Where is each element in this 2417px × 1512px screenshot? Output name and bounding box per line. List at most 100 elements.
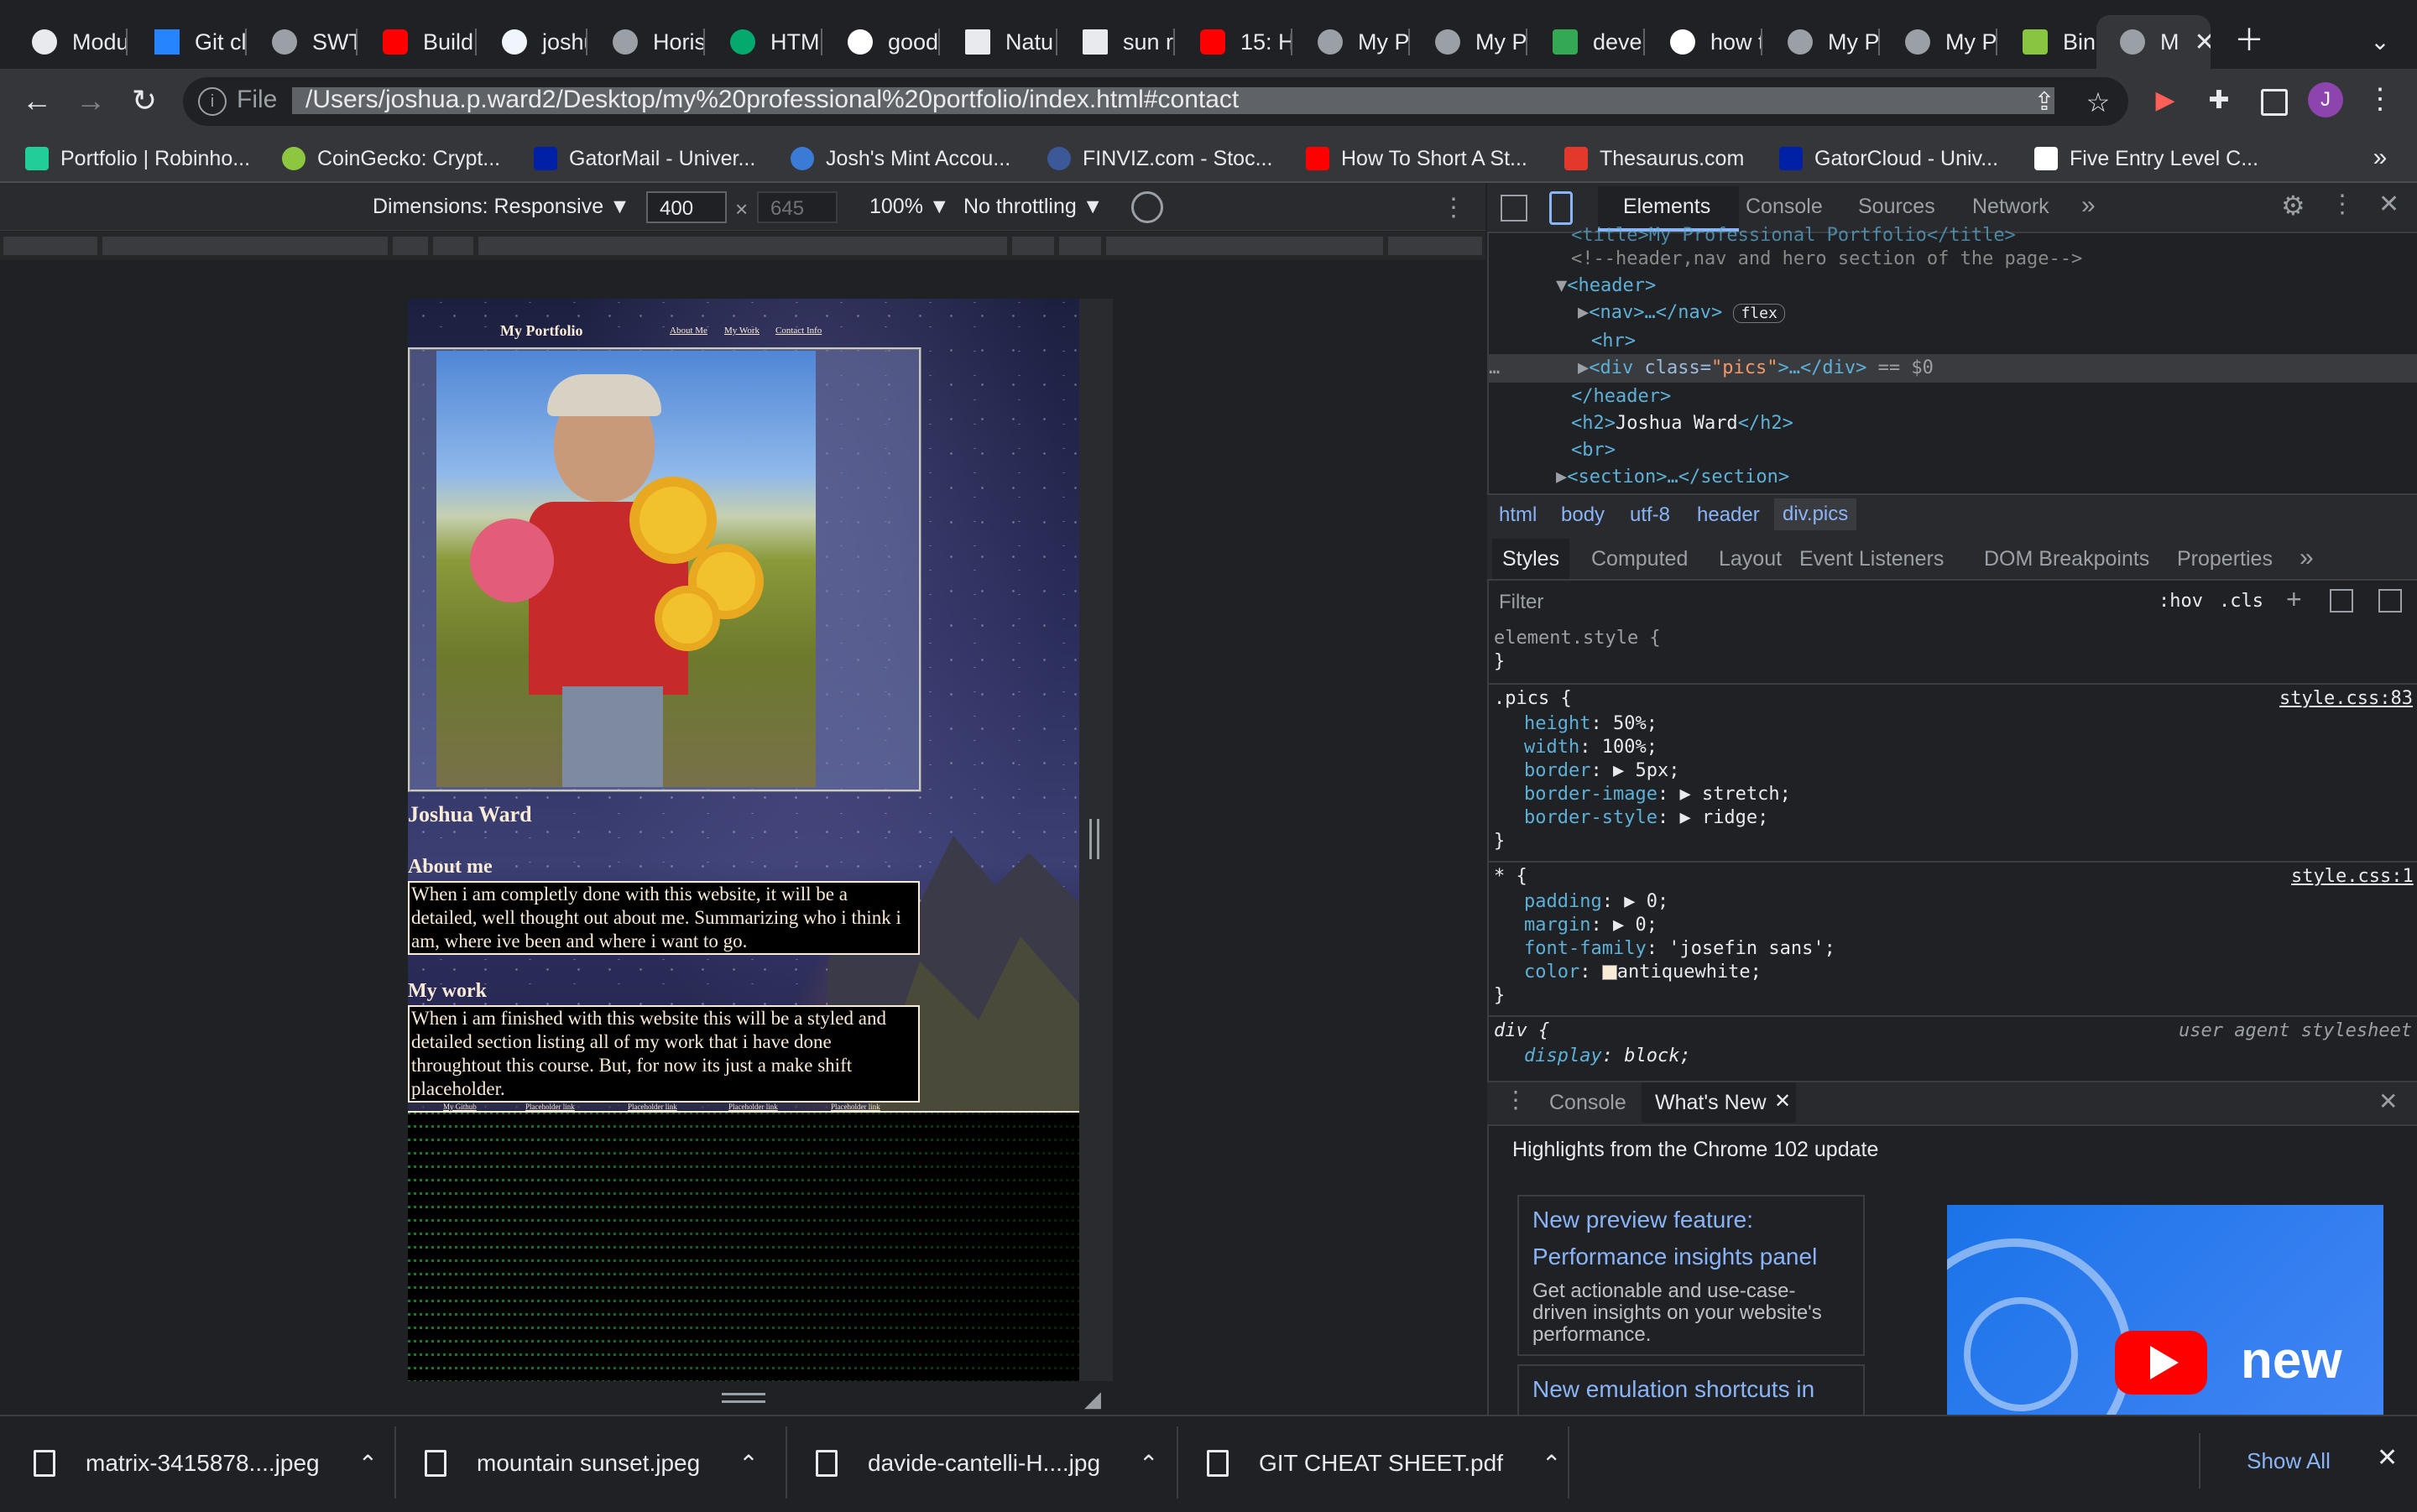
browser-tab[interactable]: how t <box>1647 15 1762 69</box>
feature-card-title[interactable]: New preview feature: Performance insights… <box>1519 1197 1863 1280</box>
browser-tab[interactable]: devel <box>1529 15 1645 69</box>
dom-nav-node[interactable]: ▶<nav>…</nav> flex <box>1578 302 1785 323</box>
new-rule-icon[interactable]: + <box>2286 584 2302 615</box>
tab-layout[interactable]: Layout <box>1719 547 1782 571</box>
close-devtools-icon[interactable]: ✕ <box>2378 190 2399 219</box>
site-brand[interactable]: My Portfolio <box>500 322 582 340</box>
tab-console[interactable]: Console <box>1746 195 1823 219</box>
work-link-placeholder[interactable]: Placeholder link <box>525 1103 575 1111</box>
browser-tab[interactable]: My P <box>1882 15 1997 69</box>
extension-icon[interactable]: ▶ <box>2145 84 2185 117</box>
feature-card[interactable]: New emulation shortcuts in <box>1517 1364 1865 1415</box>
chevron-up-icon[interactable]: ⌃ <box>1139 1450 1158 1478</box>
css-declaration[interactable]: color: antiquewhite; <box>1524 962 1762 983</box>
media-query-bar[interactable] <box>0 232 1485 260</box>
browser-tab[interactable]: Build <box>359 15 477 69</box>
drawer-tab-console[interactable]: Console <box>1549 1091 1626 1115</box>
more-style-tabs-icon[interactable]: » <box>2300 544 2314 572</box>
close-tab-icon[interactable]: ✕ <box>2195 28 2211 57</box>
close-whats-new-icon[interactable]: ✕ <box>1774 1089 1791 1113</box>
css-declaration[interactable]: border: ▶ 5px; <box>1524 760 1679 781</box>
bookmark-item[interactable]: Portfolio | Robinho... <box>25 144 250 173</box>
tab-event-listeners[interactable]: Event Listeners <box>1799 547 1944 571</box>
chevron-up-icon[interactable]: ⌃ <box>358 1450 378 1478</box>
media-query-segment[interactable] <box>3 237 97 255</box>
device-toggle-icon[interactable] <box>1549 191 1573 225</box>
chevron-up-icon[interactable]: ⌃ <box>1542 1450 1561 1478</box>
rule-star-source-link[interactable]: style.css:1 <box>2291 866 2414 887</box>
breadcrumb-item[interactable]: html <box>1499 503 1537 527</box>
side-panel-icon[interactable] <box>2261 89 2288 116</box>
new-tab-icon[interactable]: ＋ <box>2229 23 2269 57</box>
devtools-menu-icon[interactable]: ⋮ <box>2330 190 2355 219</box>
work-link-github[interactable]: My Github <box>443 1103 477 1111</box>
device-toolbar-more-icon[interactable]: ⋮ <box>1433 191 1474 225</box>
close-shelf-icon[interactable]: ✕ <box>2377 1443 2398 1473</box>
height-input[interactable]: 645 <box>757 191 838 223</box>
rule-pics-source-link[interactable]: style.css:83 <box>2279 688 2413 709</box>
media-query-segment[interactable] <box>1059 237 1101 255</box>
browser-tab[interactable]: My P <box>1294 15 1410 69</box>
tab-properties[interactable]: Properties <box>2177 547 2273 571</box>
menu-kebab-icon[interactable]: ⋮ <box>2360 82 2400 116</box>
media-query-segment[interactable] <box>1388 237 1482 255</box>
styles-filter-input[interactable] <box>1494 586 2140 621</box>
browser-tab[interactable]: good <box>824 15 940 69</box>
media-query-segment[interactable] <box>1106 237 1383 255</box>
bookmark-item[interactable]: How To Short A St... <box>1306 144 1527 173</box>
drawer-menu-icon[interactable]: ⋮ <box>1504 1086 1527 1113</box>
browser-tab[interactable]: 15: H <box>1177 15 1292 69</box>
show-all-downloads-button[interactable]: Show All <box>2199 1433 2377 1489</box>
dom-hr-node[interactable]: <hr> <box>1591 331 1636 352</box>
media-query-segment[interactable] <box>433 237 473 255</box>
browser-tab[interactable]: joshu <box>478 15 587 69</box>
browser-tab[interactable]: SWT <box>248 15 358 69</box>
css-declaration[interactable]: border-style: ▶ ridge; <box>1524 807 1768 828</box>
tab-sources[interactable]: Sources <box>1858 195 1935 219</box>
browser-tab[interactable]: My P <box>1764 15 1880 69</box>
rotate-icon[interactable] <box>1131 191 1163 223</box>
download-item[interactable]: matrix-3415878....jpeg ⌃ <box>34 1445 378 1482</box>
rule-star-selector[interactable]: * { <box>1494 866 1527 887</box>
dom-div-pics-node[interactable]: ▶<div class="pics">…</div> == $0 <box>1578 357 1934 378</box>
download-item[interactable]: mountain sunset.jpeg ⌃ <box>425 1445 759 1482</box>
bookmark-item[interactable]: Thesaurus.com <box>1564 144 1744 173</box>
css-declaration[interactable]: font-family: 'josefin sans'; <box>1524 938 1835 959</box>
dimensions-dropdown[interactable]: Dimensions: Responsive ▼ <box>373 195 630 219</box>
browser-tab[interactable]: Binar <box>1999 15 2106 69</box>
resize-handle-bottom[interactable] <box>722 1393 765 1403</box>
settings-gear-icon[interactable]: ⚙ <box>2281 190 2305 222</box>
zoom-dropdown[interactable]: 100% ▼ <box>869 195 950 219</box>
share-icon[interactable]: ⇪ <box>2024 86 2065 119</box>
rule-div-selector[interactable]: div { <box>1494 1020 1549 1041</box>
dom-header-open[interactable]: ▼<header> <box>1556 275 1656 296</box>
more-tabs-icon[interactable]: » <box>2081 191 2096 220</box>
download-item[interactable]: davide-cantelli-H....jpg ⌃ <box>816 1445 1159 1482</box>
profile-avatar[interactable]: J <box>2308 82 2343 117</box>
url-text[interactable]: /Users/joshua.p.ward2/Desktop/my%20profe… <box>305 86 1239 114</box>
hov-toggle[interactable]: :hov <box>2159 591 2203 612</box>
media-query-segment[interactable] <box>393 237 428 255</box>
rule-pics-selector[interactable]: .pics { <box>1494 688 1572 709</box>
width-input[interactable]: 400 <box>646 191 727 223</box>
breadcrumb-item[interactable]: utf-8 <box>1630 503 1670 527</box>
bookmark-item[interactable]: GatorCloud - Univ... <box>1779 144 1998 173</box>
nav-link-contact[interactable]: Contact Info <box>775 326 822 336</box>
bookmark-item[interactable]: Josh's Mint Accou... <box>791 144 1010 173</box>
browser-tab[interactable]: My P <box>1412 15 1527 69</box>
resize-corner-icon[interactable]: ◢ <box>1084 1386 1101 1412</box>
dom-h2-node[interactable]: <h2>Joshua Ward</h2> <box>1571 413 1793 434</box>
tab-dom-breakpoints[interactable]: DOM Breakpoints <box>1984 547 2149 571</box>
breadcrumb-item-active[interactable]: div.pics <box>1774 498 1857 530</box>
info-icon[interactable]: i <box>198 87 227 116</box>
css-declaration[interactable]: height: 50%; <box>1524 713 1657 734</box>
tab-styles[interactable]: Styles <box>1502 547 1559 571</box>
media-query-segment[interactable] <box>1012 237 1054 255</box>
emulated-page[interactable]: My Portfolio About Me My Work Contact In… <box>408 299 1079 1381</box>
forward-icon[interactable]: → <box>70 84 111 117</box>
color-swatch[interactable] <box>1601 965 1617 980</box>
rule-element-style[interactable]: element.style { <box>1494 628 1661 649</box>
media-query-segment[interactable] <box>478 237 1007 255</box>
css-declaration[interactable]: margin: ▶ 0; <box>1524 915 1657 936</box>
cls-toggle[interactable]: .cls <box>2219 591 2263 612</box>
